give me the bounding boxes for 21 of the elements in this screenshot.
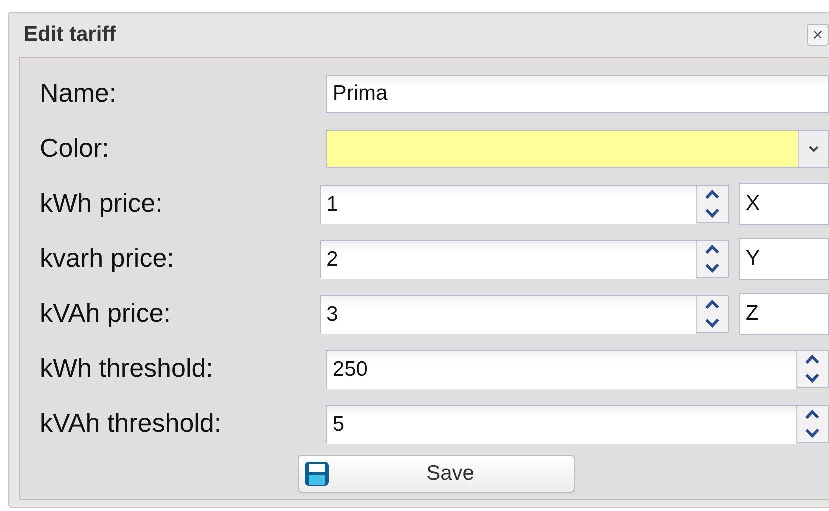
caret-icon xyxy=(808,144,820,152)
unit-field[interactable]: Y xyxy=(739,238,829,280)
field-label: kWh price: xyxy=(40,187,164,220)
unit-field[interactable]: Z xyxy=(739,292,829,334)
field-label: kWh threshold: xyxy=(40,352,214,385)
close-button[interactable]: × xyxy=(807,24,829,46)
dialog-title: Edit tariff xyxy=(24,22,116,48)
color-dropdown[interactable] xyxy=(326,130,829,168)
number-field[interactable]: 5 xyxy=(326,404,829,442)
save-button[interactable]: Save xyxy=(298,455,575,493)
field-label: Name: xyxy=(40,77,118,110)
number-field[interactable]: 250 xyxy=(326,350,829,388)
number-field[interactable]: 3 xyxy=(320,294,729,332)
field-label: kVAh price: xyxy=(40,297,172,330)
field-label: Color: xyxy=(40,132,110,165)
number-field[interactable]: 1 xyxy=(320,184,729,222)
text-field[interactable]: Prima xyxy=(326,74,829,112)
unit-field[interactable]: X xyxy=(739,182,829,224)
field-label: kVAh threshold: xyxy=(40,407,223,440)
field-label: kvarh price: xyxy=(40,242,176,275)
number-field[interactable]: 2 xyxy=(320,240,729,278)
